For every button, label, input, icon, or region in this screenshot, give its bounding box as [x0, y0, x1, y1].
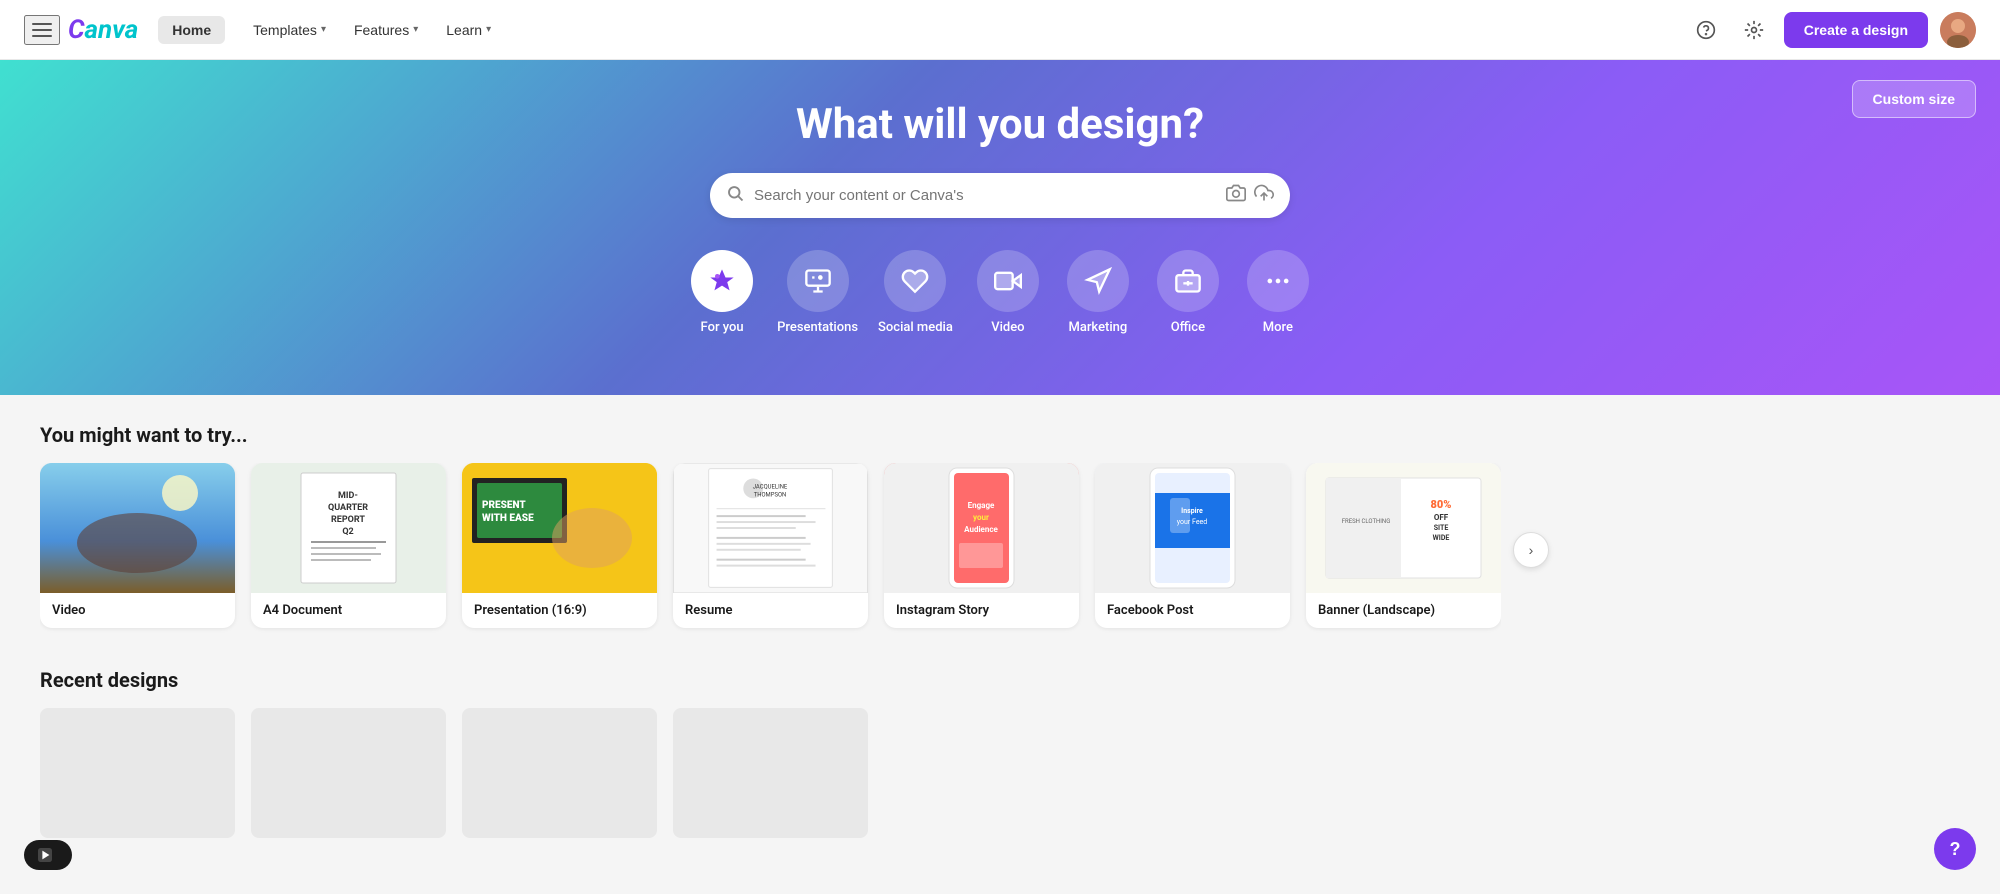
more-icon-circle	[1247, 250, 1309, 312]
help-icon: ?	[1950, 839, 1961, 860]
main-content: You might want to try...	[0, 395, 2000, 866]
learn-menu-item[interactable]: Learn ▾	[434, 16, 503, 44]
svg-text:PRESENT: PRESENT	[482, 500, 526, 511]
card-presentation[interactable]: PRESENT WITH EASE Presentation (16:9)	[462, 463, 657, 628]
card-presentation-label: Presentation (16:9)	[462, 593, 657, 628]
svg-text:Q2: Q2	[342, 527, 353, 537]
for-you-icon-circle	[691, 250, 753, 312]
recent-card-3[interactable]	[462, 708, 657, 838]
card-instagram-story[interactable]: Engage your Audience Instagram Story	[884, 463, 1079, 628]
presentations-label: Presentations	[777, 320, 858, 335]
help-button[interactable]	[1688, 12, 1724, 48]
card-resume-label: Resume	[673, 593, 868, 628]
card-banner-image: FRESH CLOTHING 80% OFF SITE WIDE	[1306, 463, 1501, 593]
card-facebook-label: Facebook Post	[1095, 593, 1290, 628]
recent-designs-title: Recent designs	[40, 668, 1960, 692]
card-instagram-label: Instagram Story	[884, 593, 1079, 628]
svg-text:THOMPSON: THOMPSON	[754, 491, 787, 498]
svg-text:your: your	[973, 513, 989, 522]
hero-banner: Custom size What will you design?	[0, 60, 2000, 395]
svg-text:JACQUELINE: JACQUELINE	[753, 483, 788, 490]
svg-text:Engage: Engage	[968, 501, 995, 510]
card-video-image	[40, 463, 235, 593]
templates-menu-item[interactable]: Templates ▾	[241, 16, 338, 44]
svg-text:SITE: SITE	[1434, 524, 1449, 532]
suggestion-cards-row: Video MID- QUARTER REPORT Q2	[40, 463, 1501, 636]
card-presentation-image: PRESENT WITH EASE	[462, 463, 657, 593]
social-media-label: Social media	[878, 320, 953, 335]
marketing-icon-circle	[1067, 250, 1129, 312]
camera-search-button[interactable]	[1226, 183, 1246, 208]
hamburger-menu[interactable]	[24, 15, 60, 45]
navbar-right: Create a design	[1688, 12, 1976, 48]
video-label: Video	[991, 320, 1024, 335]
card-banner-label: Banner (Landscape)	[1306, 593, 1501, 628]
category-more[interactable]: More	[1243, 250, 1313, 335]
custom-size-button[interactable]: Custom size	[1852, 80, 1976, 118]
card-a4-label: A4 Document	[251, 593, 446, 628]
category-presentations[interactable]: Presentations	[777, 250, 858, 335]
social-media-icon-circle	[884, 250, 946, 312]
category-for-you[interactable]: For you	[687, 250, 757, 335]
svg-text:WITH EASE: WITH EASE	[482, 513, 534, 524]
nav-menu: Templates ▾ Features ▾ Learn ▾	[241, 16, 503, 44]
chevron-down-icon: ▾	[413, 24, 418, 35]
presentations-icon-circle	[787, 250, 849, 312]
svg-text:FRESH CLOTHING: FRESH CLOTHING	[1342, 518, 1391, 525]
category-social-media[interactable]: Social media	[878, 250, 953, 335]
floating-help-button[interactable]: ?	[1934, 828, 1976, 870]
svg-text:80%: 80%	[1431, 498, 1452, 511]
svg-text:WIDE: WIDE	[1433, 534, 1450, 542]
navbar: Canva Home Templates ▾ Features ▾ Learn …	[0, 0, 2000, 60]
category-buttons: For you Presentations Social media	[24, 250, 1976, 335]
category-office[interactable]: Office	[1153, 250, 1223, 335]
for-you-label: For you	[701, 320, 744, 335]
more-label: More	[1263, 320, 1293, 335]
marketing-label: Marketing	[1068, 320, 1127, 335]
card-banner-landscape[interactable]: FRESH CLOTHING 80% OFF SITE WIDE Banner …	[1306, 463, 1501, 628]
suggestions-title: You might want to try...	[40, 423, 1960, 447]
search-right-icons	[1226, 183, 1274, 208]
canva-logo: Canva	[68, 15, 138, 45]
card-a4-document[interactable]: MID- QUARTER REPORT Q2 A4 Document	[251, 463, 446, 628]
home-nav-button[interactable]: Home	[158, 16, 225, 44]
office-label: Office	[1171, 320, 1205, 335]
card-a4-image: MID- QUARTER REPORT Q2	[251, 463, 446, 593]
scroll-right-button[interactable]: ›	[1513, 532, 1549, 568]
category-marketing[interactable]: Marketing	[1063, 250, 1133, 335]
upload-search-button[interactable]	[1254, 183, 1274, 208]
card-instagram-image: Engage your Audience	[884, 463, 1079, 593]
svg-text:Audience: Audience	[964, 525, 998, 534]
floating-video-button[interactable]	[24, 840, 72, 870]
features-menu-item[interactable]: Features ▾	[342, 16, 430, 44]
hero-title: What will you design?	[24, 100, 1976, 149]
card-resume[interactable]: JACQUELINE THOMPSON Resume	[673, 463, 868, 628]
recent-card-1[interactable]	[40, 708, 235, 838]
navbar-left: Canva Home Templates ▾ Features ▾ Learn …	[24, 15, 503, 45]
card-video[interactable]: Video	[40, 463, 235, 628]
card-video-label: Video	[40, 593, 235, 628]
svg-text:MID-: MID-	[338, 491, 358, 501]
svg-text:QUARTER: QUARTER	[328, 503, 368, 513]
user-avatar[interactable]	[1940, 12, 1976, 48]
card-facebook-image: Inspire your Feed	[1095, 463, 1290, 593]
create-design-button[interactable]: Create a design	[1784, 12, 1928, 48]
search-input[interactable]	[754, 187, 1216, 204]
office-icon-circle	[1157, 250, 1219, 312]
category-video[interactable]: Video	[973, 250, 1043, 335]
chevron-down-icon: ▾	[321, 24, 326, 35]
recent-card-2[interactable]	[251, 708, 446, 838]
svg-text:OFF: OFF	[1434, 513, 1449, 522]
card-facebook-post[interactable]: Inspire your Feed Facebook Post	[1095, 463, 1290, 628]
recent-card-4[interactable]	[673, 708, 868, 838]
search-bar	[710, 173, 1290, 218]
recent-designs-row	[40, 708, 1960, 838]
video-icon-circle	[977, 250, 1039, 312]
svg-text:REPORT: REPORT	[331, 515, 365, 525]
card-resume-image: JACQUELINE THOMPSON	[673, 463, 868, 593]
chevron-down-icon: ▾	[486, 24, 491, 35]
search-icon	[726, 184, 744, 207]
settings-button[interactable]	[1736, 12, 1772, 48]
